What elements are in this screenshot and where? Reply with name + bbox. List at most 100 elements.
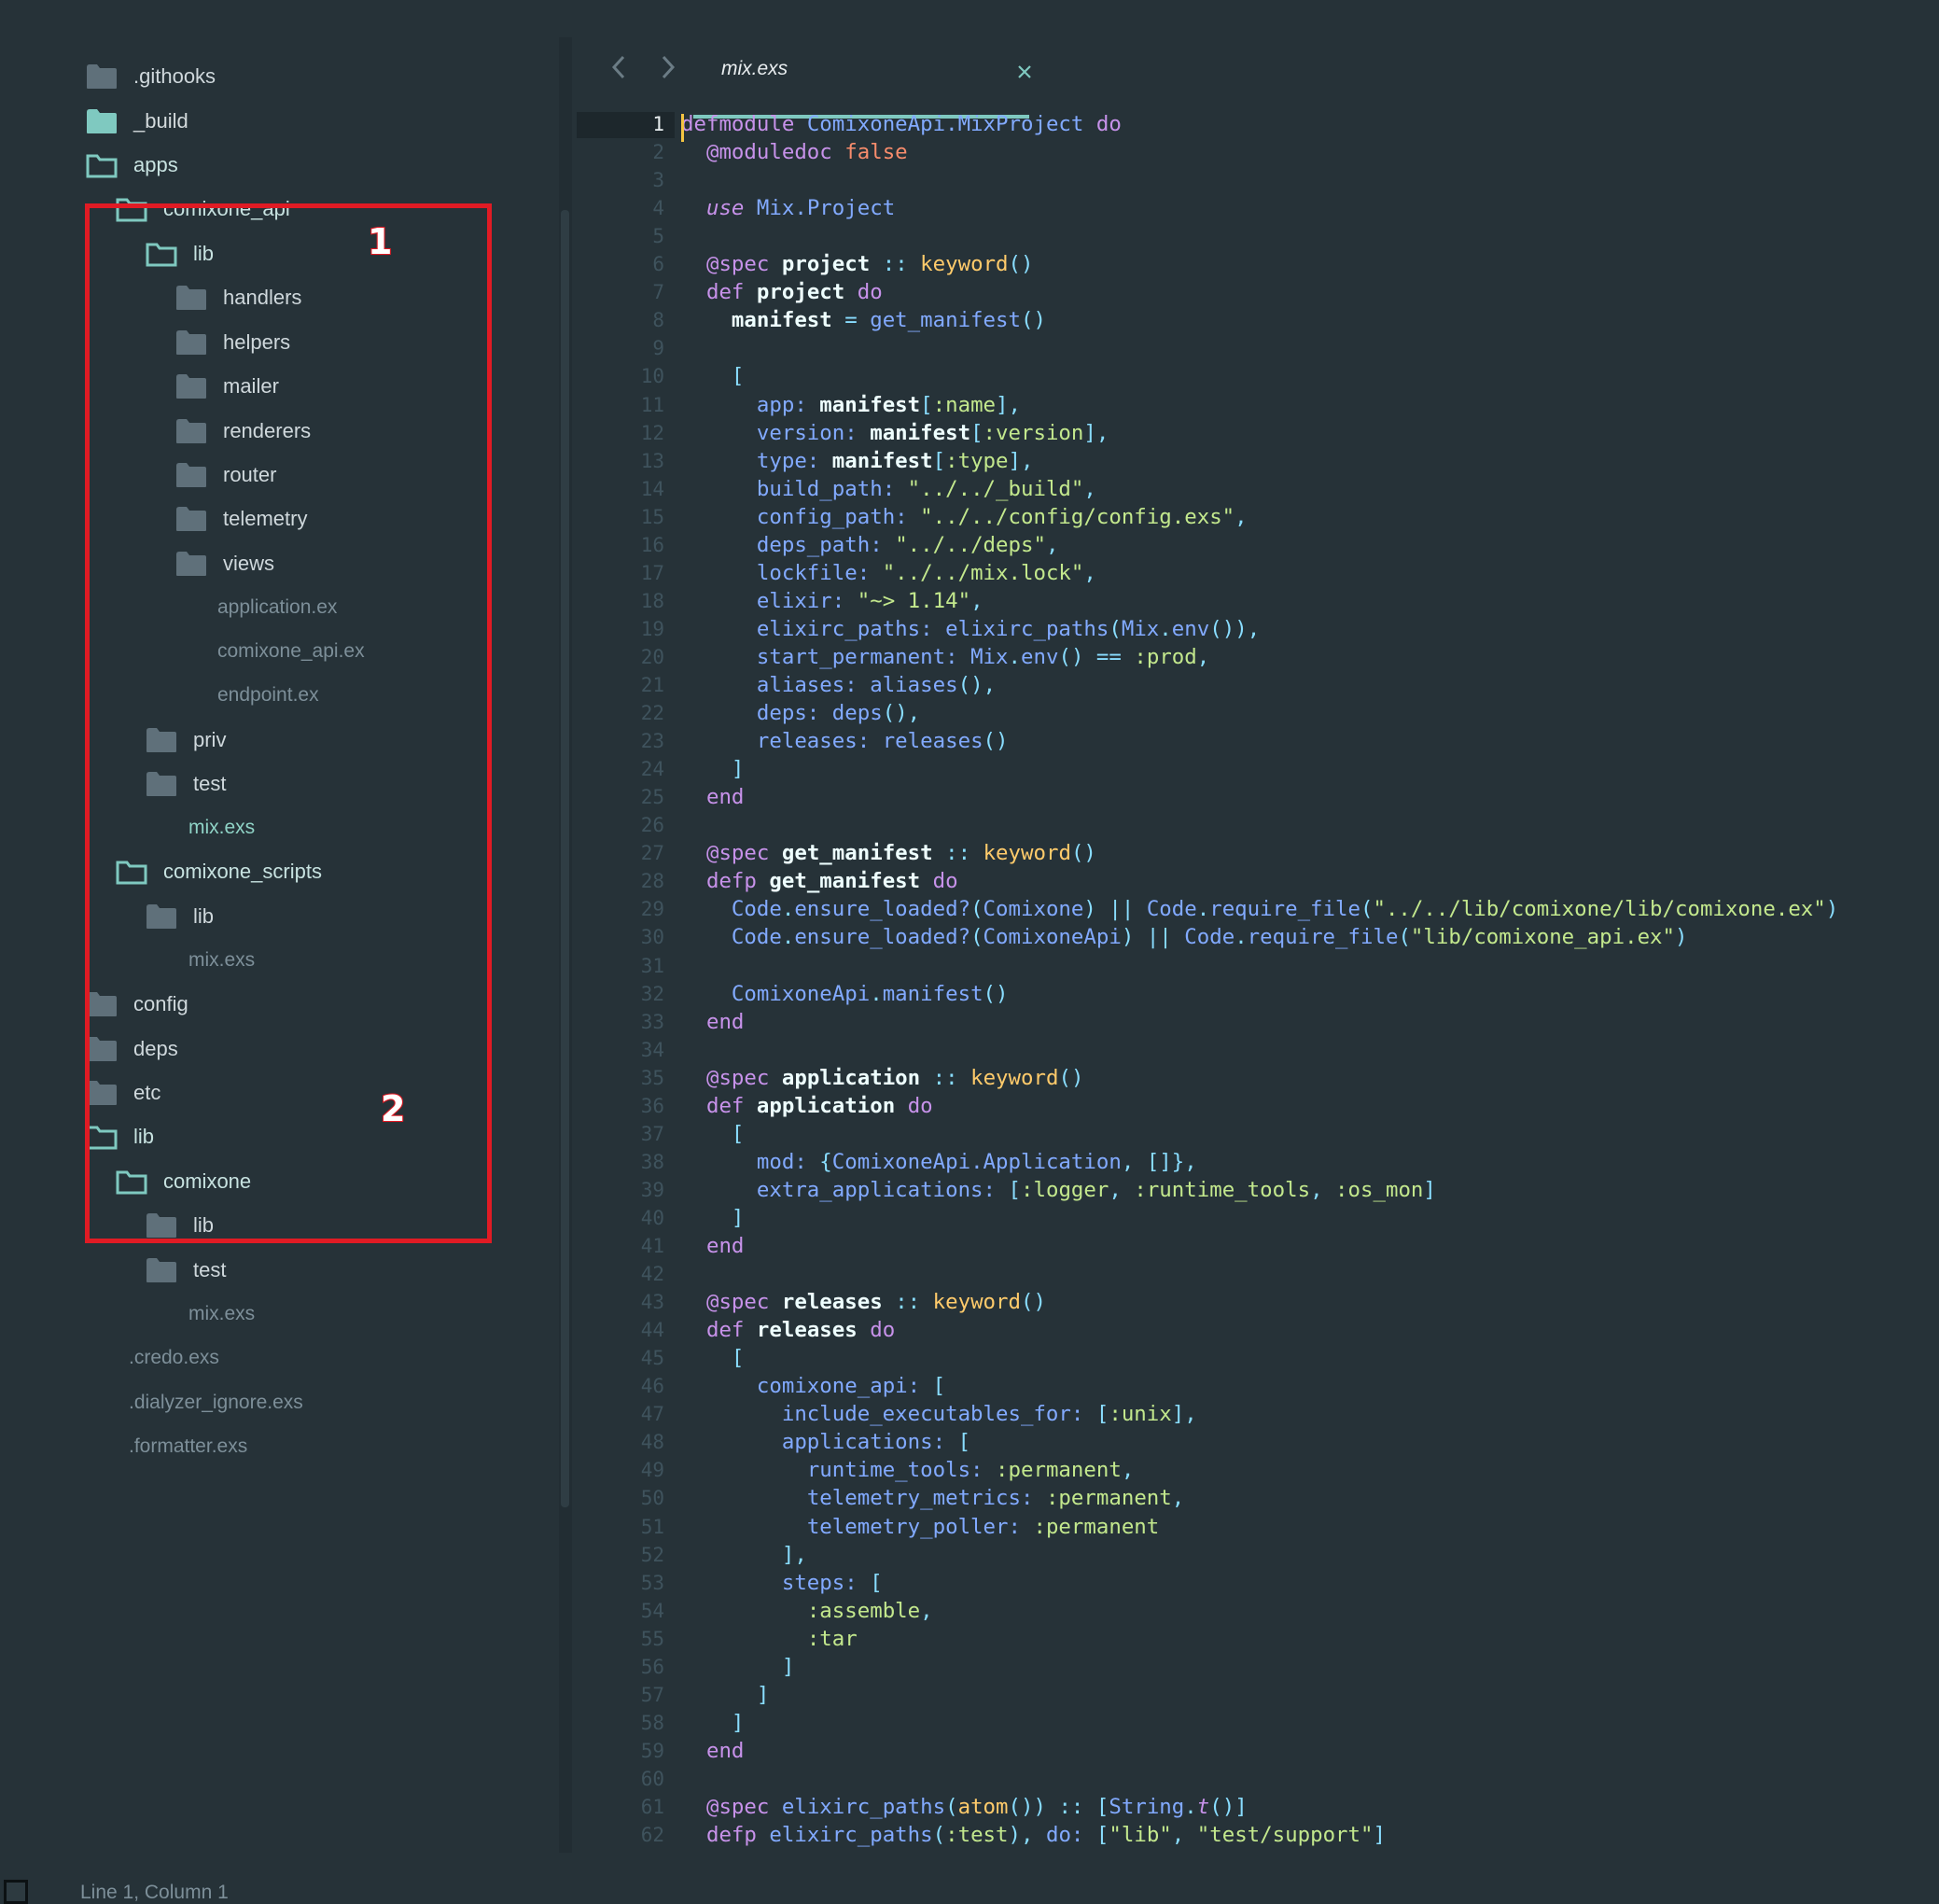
line-number: 53 — [640, 1571, 664, 1594]
line-number: 35 — [640, 1066, 664, 1089]
line-number: 22 — [640, 702, 664, 725]
code-line: runtime_tools: :permanent, — [806, 1458, 1135, 1483]
tree-item-label: apps — [133, 153, 178, 176]
line-number: 5 — [652, 225, 664, 248]
tree-file-mix-exs[interactable]: mix.exs — [188, 1292, 255, 1337]
code-line: releases: releases() — [756, 729, 1009, 754]
line-number: 19 — [640, 617, 664, 640]
line-number: 32 — [640, 982, 664, 1005]
code-line: aliases: aliases(), — [756, 673, 997, 697]
code-line: ] — [731, 1205, 745, 1230]
code-line: @spec releases :: keyword() — [705, 1290, 1046, 1315]
panel-toggle-icon[interactable] — [4, 1880, 28, 1904]
line-number: 42 — [640, 1263, 664, 1286]
tab-title: mix.exs — [721, 58, 788, 79]
line-number: 27 — [640, 842, 664, 865]
code-line: end — [705, 785, 745, 810]
code-line: [ — [731, 1346, 745, 1371]
tree-file-formatter-exs[interactable]: .formatter.exs — [129, 1424, 247, 1469]
forward-arrow-icon[interactable] — [654, 49, 682, 86]
code-line: def application do — [705, 1093, 933, 1118]
line-number: 46 — [640, 1375, 664, 1398]
tree-file-credo-exs[interactable]: .credo.exs — [129, 1336, 219, 1380]
line-number: 37 — [640, 1122, 664, 1145]
line-number: 21 — [640, 674, 664, 696]
code-line: telemetry_poller: :permanent — [806, 1514, 1160, 1539]
line-number: 23 — [640, 730, 664, 753]
back-arrow-icon[interactable] — [605, 49, 633, 86]
code-line: type: manifest[:type], — [756, 448, 1034, 473]
code-line: telemetry_metrics: :permanent, — [806, 1486, 1185, 1511]
tree-folder-build[interactable]: _build — [86, 99, 188, 144]
line-number-gutter: 1 2 3 4 5 6 7 8 9 10 11 12 13 14 15 16 17 18 19 20 21 22 23 24 2… — [576, 110, 664, 1865]
line-number: 41 — [640, 1235, 664, 1257]
annotation-number-1: 1 — [367, 220, 393, 263]
line-number: 33 — [640, 1010, 664, 1033]
line-number: 43 — [640, 1291, 664, 1314]
line-number: 55 — [640, 1627, 664, 1650]
code-line: ], — [781, 1542, 807, 1567]
code-line: deps: deps(), — [756, 701, 921, 726]
tree-folder-githooks[interactable]: .githooks — [86, 54, 216, 99]
tree-folder-test[interactable]: test — [146, 1248, 226, 1293]
line-number: 48 — [640, 1431, 664, 1454]
line-number: 52 — [640, 1543, 664, 1566]
code-line: Code.ensure_loaded?(ComixoneApi) || Code… — [731, 925, 1688, 950]
line-number: 15 — [640, 505, 664, 528]
code-editor[interactable]: defmodule ComixoneApi.MixProject do @mod… — [681, 110, 1939, 1865]
code-line: ] — [781, 1654, 795, 1679]
code-line: deps_path: "../../deps", — [756, 532, 1059, 557]
code-line: [ — [731, 1121, 745, 1146]
code-line: defmodule ComixoneApi.MixProject do — [681, 112, 1122, 136]
line-number: 2 — [652, 141, 664, 164]
line-number: 28 — [640, 870, 664, 893]
line-number: 50 — [640, 1487, 664, 1510]
code-line: config_path: "../../config/config.exs", — [756, 504, 1248, 529]
line-number: 6 — [652, 253, 664, 276]
line-number: 26 — [640, 814, 664, 837]
tree-file-dialyzer-ignore-exs[interactable]: .dialyzer_ignore.exs — [129, 1380, 303, 1425]
line-number: 24 — [640, 758, 664, 781]
line-number: 49 — [640, 1459, 664, 1482]
close-icon[interactable] — [1011, 58, 1039, 86]
line-number: 59 — [640, 1739, 664, 1762]
tree-folder-apps[interactable]: apps — [86, 143, 178, 188]
code-line: version: manifest[:version], — [756, 420, 1109, 445]
code-line: end — [705, 1009, 745, 1034]
line-number: 14 — [640, 477, 664, 500]
line-number: 12 — [640, 421, 664, 444]
code-line: :tar — [806, 1626, 858, 1651]
code-line: end — [705, 1234, 745, 1258]
folder-icon — [146, 1257, 177, 1283]
line-number: 62 — [640, 1824, 664, 1847]
folder-open-icon — [86, 152, 118, 178]
tree-item-label: .dialyzer_ignore.exs — [129, 1392, 303, 1413]
code-line: @spec get_manifest :: keyword() — [705, 841, 1096, 866]
code-line: [ — [731, 364, 745, 389]
code-line: comixone_api: [ — [756, 1374, 946, 1399]
line-number: 30 — [640, 926, 664, 949]
file-tree-sidebar: .githooks _build apps comixone_api lib handle… — [0, 0, 560, 1867]
code-line: elixirc_paths: elixirc_paths(Mix.env()), — [756, 616, 1261, 641]
code-line: end — [705, 1738, 745, 1763]
code-line: @spec application :: keyword() — [705, 1065, 1084, 1090]
code-line: applications: [ — [781, 1430, 971, 1455]
tree-item-label: .formatter.exs — [129, 1435, 248, 1457]
line-number: 34 — [640, 1038, 664, 1061]
line-number: 29 — [640, 898, 664, 921]
line-number: 40 — [640, 1206, 664, 1229]
line-number: 39 — [640, 1178, 664, 1201]
code-line: def project do — [705, 280, 883, 305]
line-number: 8 — [652, 309, 664, 332]
line-number: 47 — [640, 1403, 664, 1426]
code-line: start_permanent: Mix.env() == :prod, — [756, 644, 1210, 669]
line-number: 1 — [652, 113, 664, 135]
code-line: steps: [ — [781, 1570, 883, 1595]
line-number: 44 — [640, 1319, 664, 1342]
tree-item-label: .githooks — [133, 64, 216, 88]
line-number: 56 — [640, 1655, 664, 1678]
sidebar-scrollbar[interactable] — [561, 210, 569, 1507]
status-bar: Line 1, Column 1 — [0, 1870, 1939, 1904]
line-number: 10 — [640, 365, 664, 388]
code-line: Code.ensure_loaded?(Comixone) || Code.re… — [731, 897, 1839, 922]
